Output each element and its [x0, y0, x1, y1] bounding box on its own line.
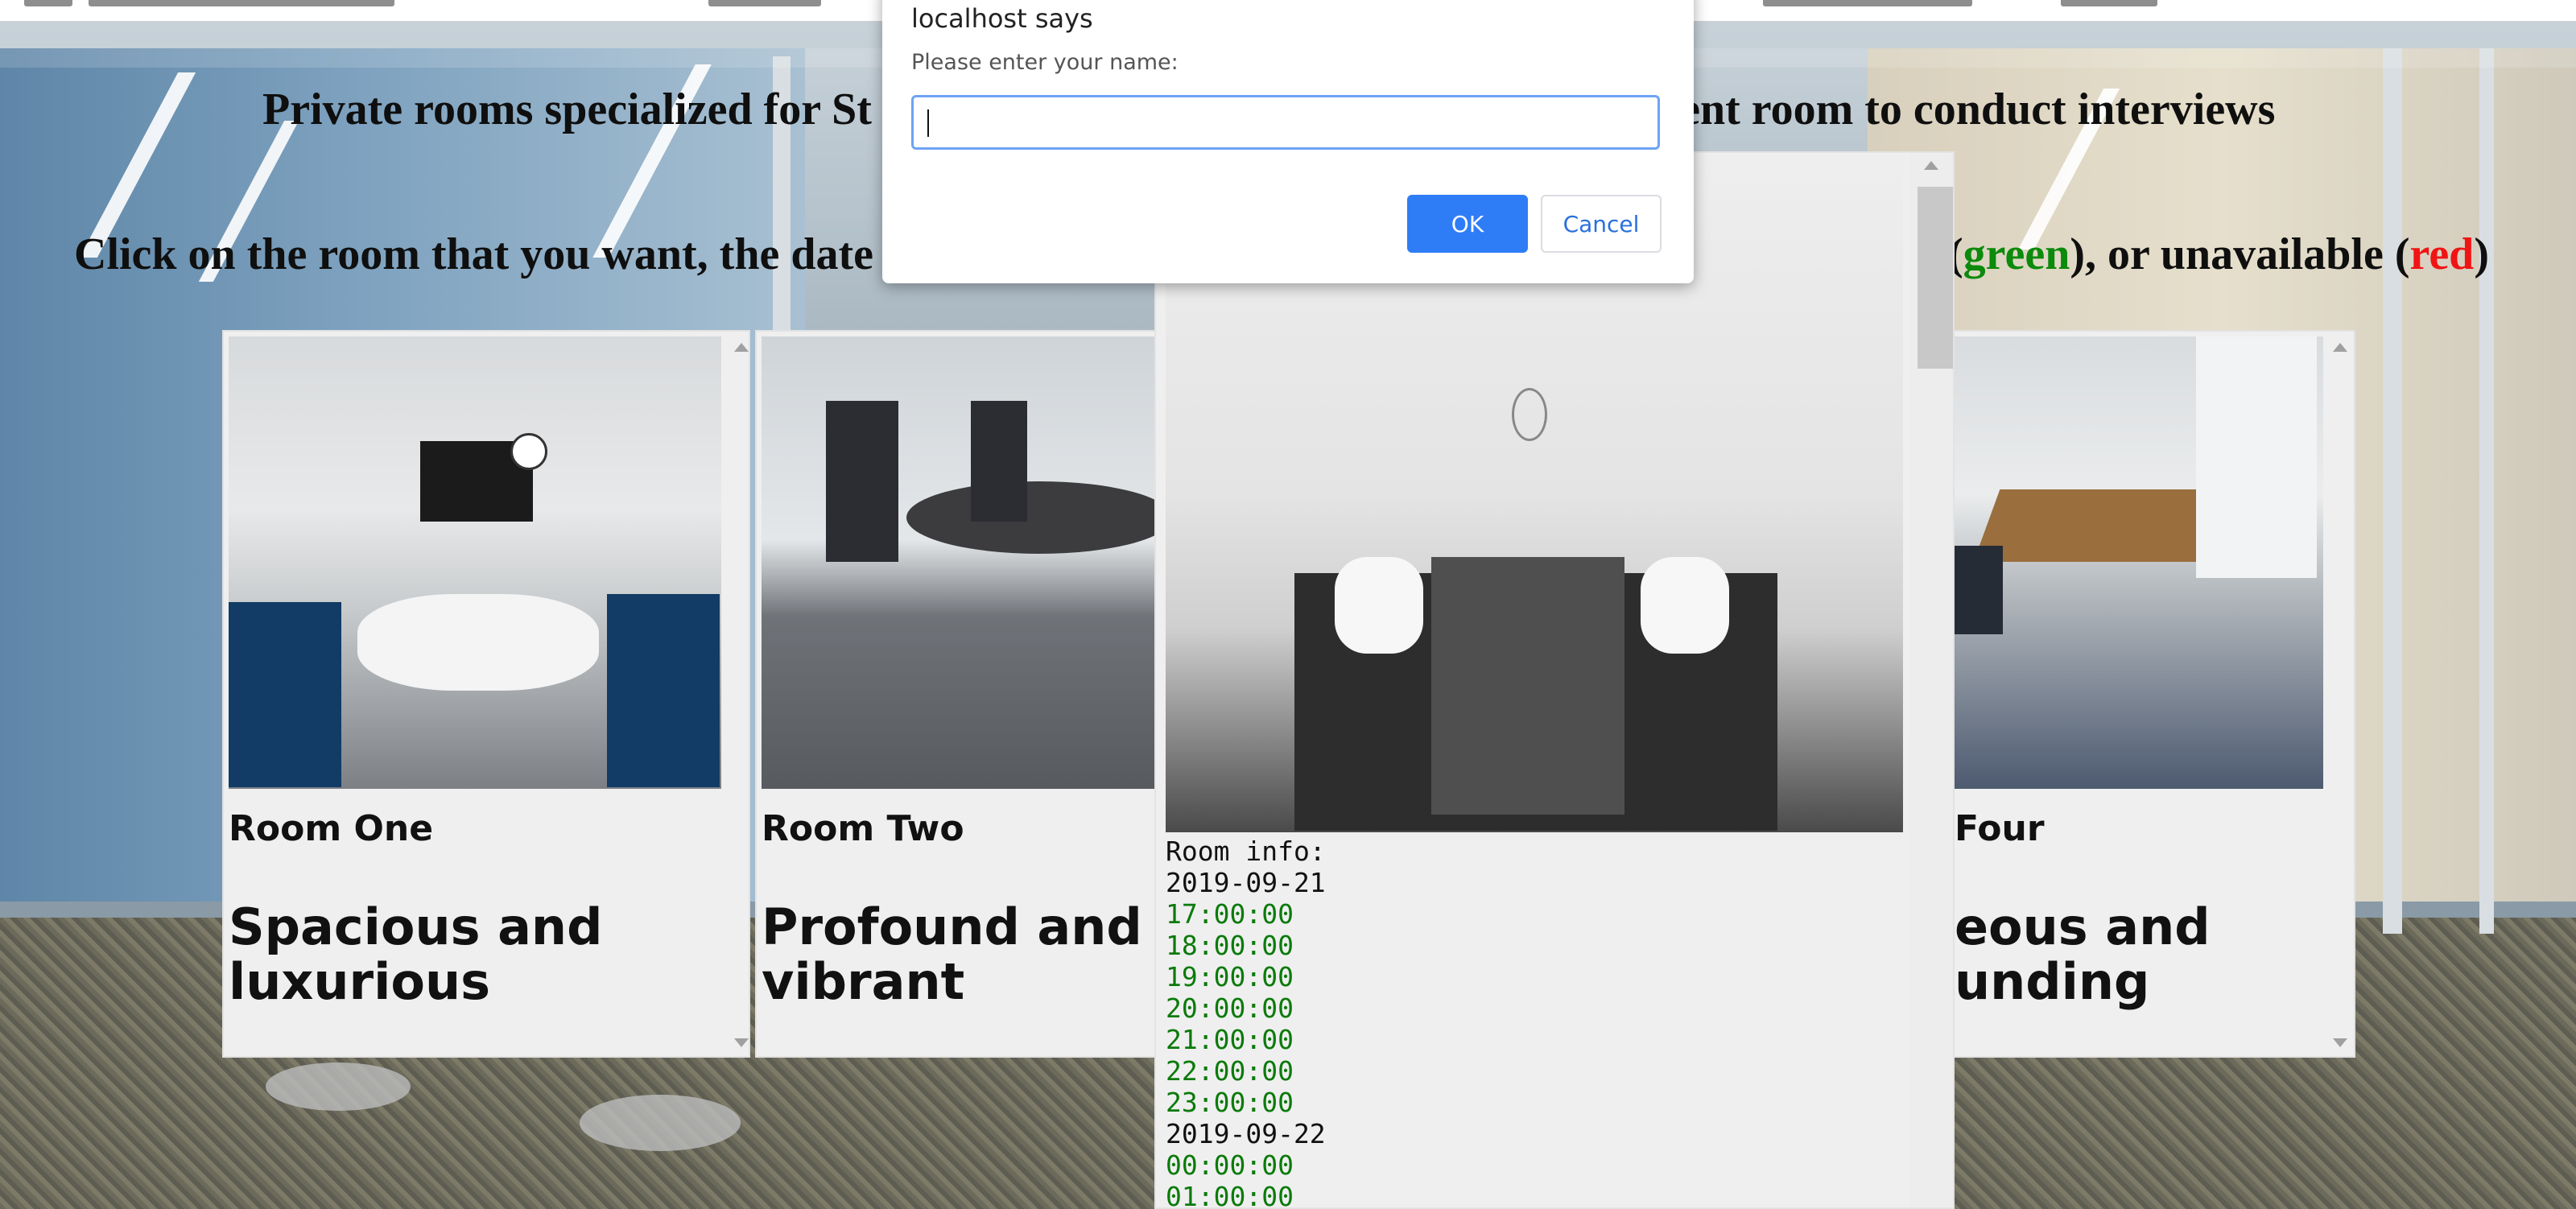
time-slot[interactable]: 22:00:00 [1166, 1055, 1326, 1087]
bookmark-item[interactable] [1763, 0, 1972, 6]
room-info-label: Room info: [1166, 836, 1326, 867]
scroll-up-arrow-icon[interactable] [1924, 161, 1938, 170]
table [357, 594, 599, 691]
chair [826, 401, 898, 562]
chair [971, 401, 1027, 522]
room-four-photo [1955, 336, 2323, 789]
time-slot[interactable]: 23:00:00 [1166, 1087, 1326, 1118]
instruction-text: Click on the room that you want, the dat… [74, 229, 873, 279]
scroll-down-arrow-icon[interactable] [734, 1038, 749, 1047]
ok-button[interactable]: OK [1407, 195, 1528, 253]
dialog-prompt: Please enter your name: [911, 50, 1179, 75]
vertical-scrollbar[interactable] [1909, 155, 1953, 1207]
bookmark-item[interactable] [24, 0, 72, 6]
room-one-photo [229, 336, 721, 789]
time-slot[interactable]: 00:00:00 [1166, 1149, 1326, 1181]
schedule-date: 2019-09-22 [1166, 1118, 1326, 1149]
cancel-button[interactable]: Cancel [1541, 195, 1662, 253]
glass-frame [2383, 48, 2402, 934]
clock-icon [1512, 388, 1547, 441]
chair [607, 594, 720, 787]
time-slot[interactable]: 01:00:00 [1166, 1181, 1326, 1207]
text-cursor [927, 109, 929, 137]
room-description: eous and unding [1955, 897, 2211, 1011]
room-name: Room Two [762, 808, 964, 849]
window [2196, 336, 2317, 578]
room-card-four[interactable]: Four eous and unding [1948, 330, 2355, 1058]
time-slot[interactable]: 21:00:00 [1166, 1024, 1326, 1055]
page-heading: Private rooms specialized for St ilent r… [262, 84, 2275, 135]
chair-base [580, 1095, 741, 1151]
bookmark-item[interactable] [89, 0, 394, 6]
legend-available: green [1963, 229, 2070, 279]
scroll-up-arrow-icon[interactable] [2333, 343, 2347, 352]
chair-base [266, 1063, 411, 1111]
scroll-down-arrow-icon[interactable] [2333, 1038, 2347, 1047]
room-card-one[interactable]: Room One Spacious and luxurious [222, 330, 750, 1058]
chair [1335, 557, 1423, 654]
dialog-title: localhost says [911, 3, 1093, 34]
scrollbar-thumb[interactable] [1918, 187, 1953, 369]
legend-close: ) [2474, 229, 2489, 279]
table [906, 481, 1156, 554]
name-input[interactable] [911, 95, 1660, 150]
room-two-photo [762, 336, 1156, 789]
room-name: Four [1955, 808, 2045, 849]
schedule-date: 2019-09-21 [1166, 867, 1326, 898]
time-slot[interactable]: 20:00:00 [1166, 992, 1326, 1024]
room-description: Profound and vibrant [762, 897, 1142, 1011]
prompt-dialog: localhost says Please enter your name: O… [882, 0, 1694, 283]
time-slot[interactable]: 19:00:00 [1166, 961, 1326, 992]
page-heading-left: Private rooms specialized for St [262, 85, 872, 134]
legend-unavailable: red [2409, 229, 2475, 279]
bookmark-item[interactable] [708, 0, 821, 6]
time-slot[interactable]: 17:00:00 [1166, 898, 1326, 930]
page-heading-right: ilent room to conduct interviews [1655, 85, 2276, 134]
podium [1431, 557, 1624, 815]
room-card-two[interactable]: Room Two Profound and vibrant [755, 330, 1158, 1058]
clock-icon [510, 433, 547, 470]
chair [1955, 546, 2003, 634]
room-name: Room One [229, 808, 434, 849]
bookmark-item[interactable] [2061, 0, 2157, 6]
scroll-up-arrow-icon[interactable] [734, 343, 749, 352]
availability-legend: (green), or unavailable (red) [1948, 229, 2489, 280]
room-info: Room info: 2019-09-21 17:00:00 18:00:00 … [1166, 836, 1326, 1207]
legend-mid: ), or unavailable ( [2070, 229, 2410, 279]
time-slot[interactable]: 18:00:00 [1166, 930, 1326, 961]
chair [1641, 557, 1729, 654]
room-card-three-expanded[interactable]: Room info: 2019-09-21 17:00:00 18:00:00 … [1154, 151, 1955, 1209]
room-description: Spacious and luxurious [229, 897, 603, 1011]
chair [229, 602, 341, 787]
glass-frame [2479, 48, 2494, 934]
